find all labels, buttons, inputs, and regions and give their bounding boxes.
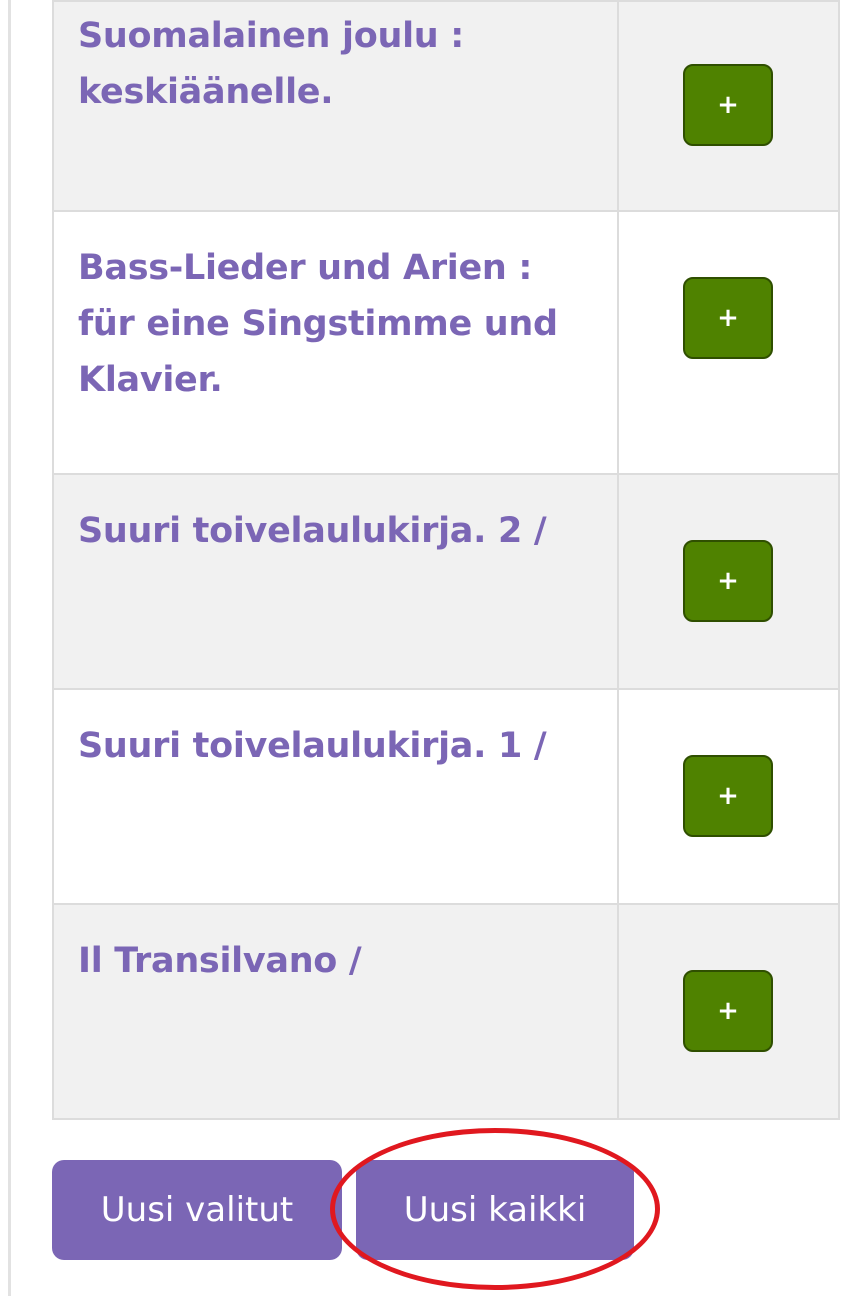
table-row: Bass-Lieder und Arien : für eine Singsti… bbox=[52, 210, 840, 475]
table-row: Suomalainen joulu : keskiäänelle. + bbox=[52, 0, 840, 212]
add-button[interactable]: + bbox=[683, 277, 773, 359]
renew-all-button[interactable]: Uusi kaikki bbox=[356, 1160, 634, 1260]
table-row: Suuri toivelaulukirja. 1 / + bbox=[52, 688, 840, 905]
add-button[interactable]: + bbox=[683, 64, 773, 146]
title-cell: Suuri toivelaulukirja. 1 / bbox=[52, 688, 619, 905]
action-cell: + bbox=[617, 903, 840, 1120]
action-cell: + bbox=[617, 210, 840, 475]
title-cell: Bass-Lieder und Arien : für eine Singsti… bbox=[52, 210, 619, 475]
plus-icon: + bbox=[717, 781, 739, 811]
plus-icon: + bbox=[717, 303, 739, 333]
result-title-link[interactable]: Suomalainen joulu : keskiäänelle. bbox=[78, 8, 597, 120]
table-row: Il Transilvano / + bbox=[52, 903, 840, 1120]
title-cell: Il Transilvano / bbox=[52, 903, 619, 1120]
plus-icon: + bbox=[717, 996, 739, 1026]
result-title-link[interactable]: Suuri toivelaulukirja. 2 / bbox=[78, 503, 597, 559]
action-cell: + bbox=[617, 0, 840, 212]
renew-selected-button[interactable]: Uusi valitut bbox=[52, 1160, 342, 1260]
action-cell: + bbox=[617, 473, 840, 690]
action-cell: + bbox=[617, 688, 840, 905]
results-table: Suomalainen joulu : keskiäänelle. + Bass… bbox=[52, 0, 840, 1120]
table-row: Suuri toivelaulukirja. 2 / + bbox=[52, 473, 840, 690]
title-cell: Suuri toivelaulukirja. 2 / bbox=[52, 473, 619, 690]
result-title-link[interactable]: Bass-Lieder und Arien : für eine Singsti… bbox=[78, 240, 597, 408]
page: Suomalainen joulu : keskiäänelle. + Bass… bbox=[0, 0, 864, 1296]
plus-icon: + bbox=[717, 90, 739, 120]
result-title-link[interactable]: Suuri toivelaulukirja. 1 / bbox=[78, 718, 597, 774]
title-cell: Suomalainen joulu : keskiäänelle. bbox=[52, 0, 619, 212]
add-button[interactable]: + bbox=[683, 755, 773, 837]
left-divider bbox=[8, 0, 11, 1296]
add-button[interactable]: + bbox=[683, 970, 773, 1052]
add-button[interactable]: + bbox=[683, 540, 773, 622]
plus-icon: + bbox=[717, 566, 739, 596]
result-title-link[interactable]: Il Transilvano / bbox=[78, 933, 597, 989]
